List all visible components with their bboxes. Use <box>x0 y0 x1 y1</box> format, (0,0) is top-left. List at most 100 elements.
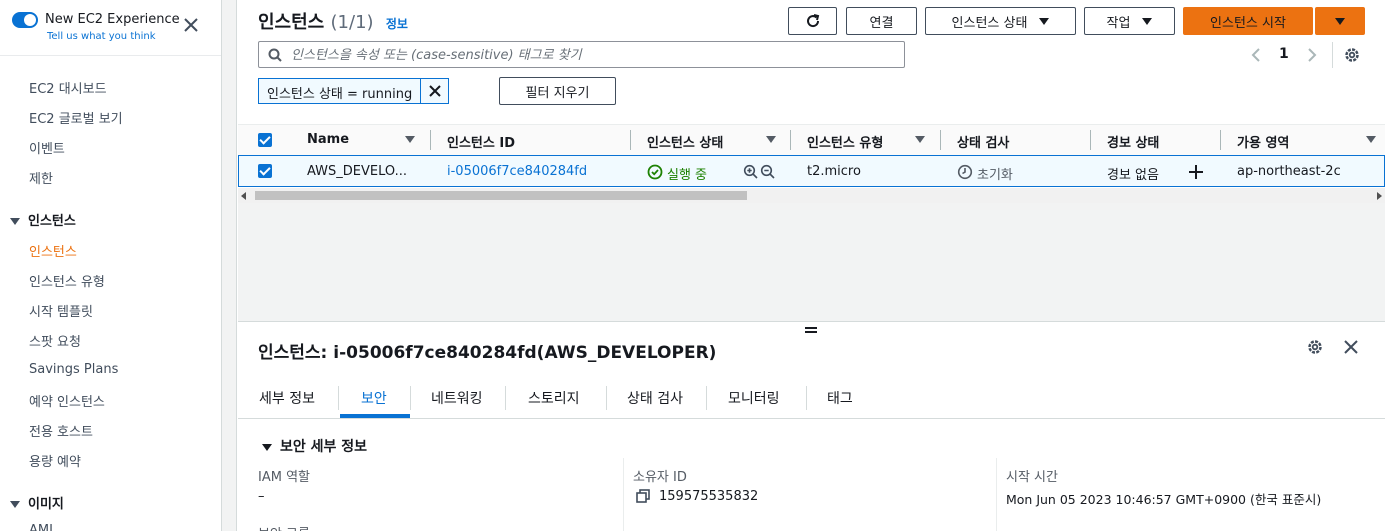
owner-id-value: 159575535832 <box>659 489 759 504</box>
sort-icon[interactable] <box>405 136 415 143</box>
sidebar-item-instance-types[interactable]: 인스턴스 유형 <box>29 271 105 290</box>
cell-availability-zone: ap-northeast-2c <box>1237 164 1341 179</box>
sort-icon[interactable] <box>766 136 776 143</box>
gear-icon[interactable] <box>1306 338 1324 356</box>
security-groups-label: 보안 그룹 <box>258 523 310 531</box>
sidebar-item-instances[interactable]: 인스턴스 <box>29 241 77 260</box>
actions-button[interactable]: 작업 <box>1084 7 1175 35</box>
launch-instances-button[interactable]: 인스턴스 시작 <box>1183 7 1313 35</box>
tab-status-checks[interactable]: 상태 검사 <box>627 388 683 408</box>
chevron-right-icon[interactable] <box>1306 47 1318 63</box>
column-header-name[interactable]: Name <box>307 132 349 147</box>
sidebar-item-ami[interactable]: AMI <box>29 523 53 531</box>
caret-down-icon <box>10 218 20 225</box>
tab-separator <box>706 386 707 410</box>
column-separator[interactable] <box>430 130 431 150</box>
page-number[interactable]: 1 <box>1279 46 1289 62</box>
sidebar-divider <box>0 55 221 56</box>
cell-alarm-status: 경보 없음 <box>1107 168 1159 183</box>
sort-icon[interactable] <box>915 136 925 143</box>
sidebar-item-spot-requests[interactable]: 스팟 요청 <box>29 331 81 350</box>
zoom-in-icon[interactable] <box>743 164 759 180</box>
sidebar-section-images[interactable]: 이미지 <box>10 493 64 512</box>
close-icon[interactable] <box>1342 338 1360 356</box>
scroll-left-icon[interactable] <box>241 192 246 200</box>
column-divider <box>996 458 997 531</box>
instance-state-button[interactable]: 인스턴스 상태 <box>925 7 1076 35</box>
plus-icon[interactable] <box>1188 164 1204 180</box>
select-all-checkbox[interactable] <box>258 133 272 147</box>
column-header-instance-type[interactable]: 인스턴스 유형 <box>807 132 883 151</box>
sidebar-item-dedicated-hosts[interactable]: 전용 호스트 <box>29 421 93 440</box>
tab-security[interactable]: 보안 <box>361 388 387 408</box>
active-tab-indicator <box>340 414 410 418</box>
column-header-status-check[interactable]: 상태 검사 <box>957 132 1009 151</box>
search-input[interactable] <box>291 45 891 65</box>
sidebar-item-launch-templates[interactable]: 시작 템플릿 <box>29 301 93 320</box>
sidebar-item-events[interactable]: 이벤트 <box>29 138 65 157</box>
tab-separator <box>505 386 506 410</box>
column-header-availability-zone[interactable]: 가용 영역 <box>1237 132 1289 151</box>
launch-time-label: 시작 시간 <box>1006 470 1058 485</box>
sidebar-item-reserved-instances[interactable]: 예약 인스턴스 <box>29 391 105 410</box>
owner-id-label: 소유자 ID <box>633 470 687 485</box>
new-experience-toggle[interactable] <box>12 12 38 28</box>
drag-handle-icon[interactable] <box>805 327 817 333</box>
launch-time-value: Mon Jun 05 2023 10:46:57 GMT+0900 (한국 표준… <box>1006 492 1322 507</box>
zoom-out-icon[interactable] <box>760 164 776 180</box>
tab-networking[interactable]: 네트워킹 <box>431 388 483 408</box>
feedback-link[interactable]: Tell us what you think <box>47 31 156 42</box>
sidebar-item-dashboard[interactable]: EC2 대시보드 <box>29 78 107 97</box>
column-separator[interactable] <box>940 130 941 150</box>
sidebar-item-global-view[interactable]: EC2 글로벌 보기 <box>29 108 123 127</box>
chevron-left-icon[interactable] <box>1250 47 1262 63</box>
scroll-right-icon[interactable] <box>1377 192 1382 200</box>
cell-status-check: 초기화 <box>977 168 1013 183</box>
refresh-button[interactable] <box>788 7 837 35</box>
clear-filters-button[interactable]: 필터 지우기 <box>499 77 616 105</box>
security-details-header[interactable]: 보안 세부 정보 <box>262 436 367 456</box>
instance-count: (1/1) <box>330 12 374 33</box>
horizontal-scrollbar[interactable] <box>238 188 1385 203</box>
column-separator[interactable] <box>1220 130 1221 150</box>
sidebar-section-instances[interactable]: 인스턴스 <box>10 210 76 229</box>
tab-monitoring[interactable]: 모니터링 <box>728 388 780 408</box>
remove-filter-button[interactable] <box>420 79 448 103</box>
info-link[interactable]: 정보 <box>386 17 408 31</box>
iam-role-label: IAM 역할 <box>258 470 310 485</box>
table-row[interactable]: AWS_DEVELO... i-05006f7ce840284fd 실행 중 t… <box>238 155 1385 187</box>
filter-token-text: 인스턴스 상태 = running <box>267 87 413 102</box>
table-header: Name 인스턴스 ID 인스턴스 상태 인스턴스 유형 상태 검사 경보 상태… <box>238 124 1385 155</box>
column-separator[interactable] <box>630 130 631 150</box>
tab-separator <box>806 386 807 410</box>
close-icon[interactable] <box>182 16 200 34</box>
column-header-instance-state[interactable]: 인스턴스 상태 <box>647 132 723 151</box>
check-circle-icon <box>647 164 663 180</box>
row-checkbox[interactable] <box>258 164 272 178</box>
caret-down-icon <box>1039 17 1050 25</box>
column-divider <box>623 458 624 531</box>
sidebar-item-limits[interactable]: 제한 <box>29 168 53 187</box>
split-panel-divider[interactable] <box>238 321 1385 333</box>
column-header-instance-id[interactable]: 인스턴스 ID <box>447 132 515 151</box>
copy-icon[interactable] <box>636 489 650 503</box>
sidebar-scroll-gutter[interactable] <box>222 0 237 531</box>
sort-icon[interactable] <box>1366 136 1376 143</box>
column-separator[interactable] <box>1090 130 1091 150</box>
sidebar-item-capacity-reservations[interactable]: 용량 예약 <box>29 451 81 470</box>
column-header-alarm-status[interactable]: 경보 상태 <box>1107 132 1159 151</box>
tab-tags[interactable]: 태그 <box>827 388 853 408</box>
gear-icon[interactable] <box>1343 46 1361 64</box>
caret-down-icon <box>1335 17 1345 25</box>
cell-instance-id[interactable]: i-05006f7ce840284fd <box>447 164 587 179</box>
scrollbar-thumb[interactable] <box>255 191 747 200</box>
tab-storage[interactable]: 스토리지 <box>528 388 580 408</box>
caret-down-icon <box>1142 17 1153 25</box>
connect-button[interactable]: 연결 <box>846 7 917 35</box>
column-separator[interactable] <box>790 130 791 150</box>
cell-instance-type: t2.micro <box>807 164 861 179</box>
sidebar-item-savings-plans[interactable]: Savings Plans <box>29 362 118 377</box>
tab-details[interactable]: 세부 정보 <box>259 388 315 408</box>
new-experience-title: New EC2 Experience <box>45 12 180 27</box>
launch-dropdown-button[interactable] <box>1315 7 1365 35</box>
